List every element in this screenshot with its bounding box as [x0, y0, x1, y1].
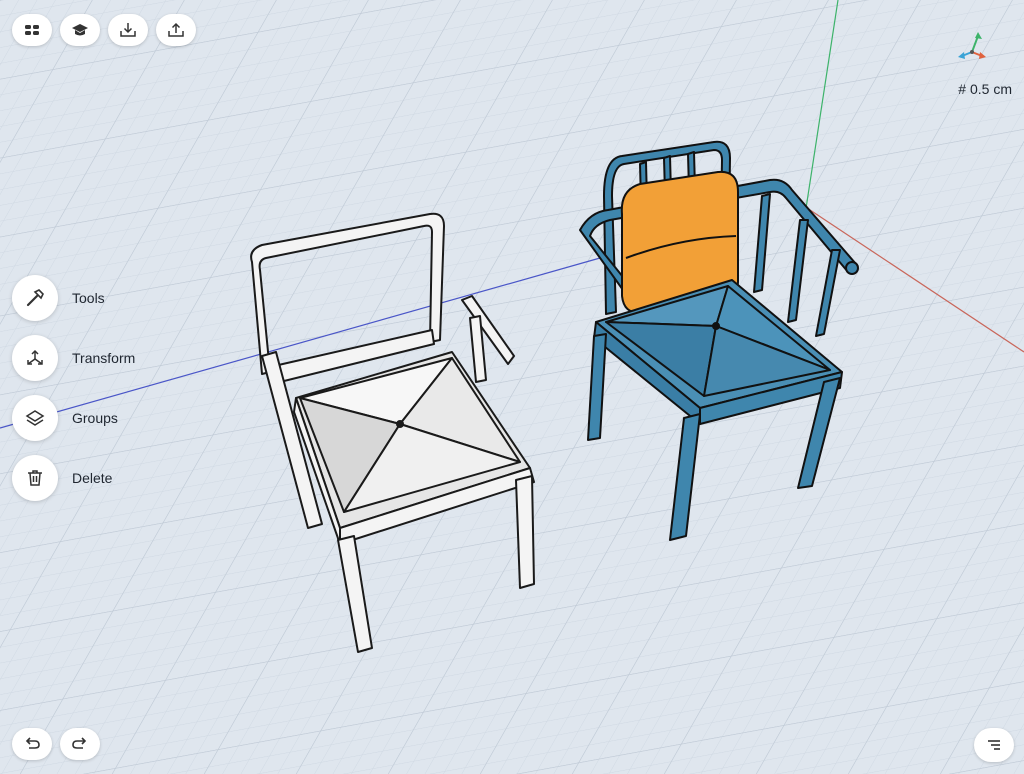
undo-button[interactable]: [12, 728, 52, 760]
grid-major: [0, 0, 1024, 774]
grid-size-label: # 0.5 cm: [958, 81, 1012, 97]
trash-icon: [28, 470, 42, 486]
sidebar-item-label: Tools: [72, 290, 105, 306]
list-menu-icon: [988, 740, 1000, 750]
apps-menu-button[interactable]: [12, 14, 52, 46]
sidebar-item-groups[interactable]: Groups: [12, 395, 118, 441]
3d-viewport[interactable]: [0, 0, 1024, 774]
export-button[interactable]: [156, 14, 196, 46]
sidebar-item-label: Transform: [72, 350, 136, 366]
menu-list-button[interactable]: [974, 728, 1014, 762]
share-upload-icon: [168, 22, 184, 37]
grid-icon: [25, 25, 39, 35]
grid-size-value: 0.5 cm: [969, 81, 1012, 97]
redo-icon: [72, 737, 87, 749]
import-button[interactable]: [108, 14, 148, 46]
orientation-gizmo[interactable]: [956, 30, 988, 64]
layers-icon: [25, 410, 45, 426]
sidebar-item-tools[interactable]: Tools: [12, 275, 105, 321]
hammer-icon: [26, 289, 44, 307]
sidebar-item-transform[interactable]: Transform: [12, 335, 135, 381]
grid-icon: #: [958, 81, 967, 97]
transform-arrows-icon: [27, 349, 43, 365]
graduation-cap-icon: [72, 24, 88, 36]
sidebar-item-label: Groups: [72, 410, 118, 426]
undo-icon: [25, 737, 40, 749]
sidebar-item-delete[interactable]: Delete: [12, 455, 112, 501]
learn-button[interactable]: [60, 14, 100, 46]
sidebar-item-label: Delete: [72, 470, 113, 486]
redo-button[interactable]: [60, 728, 100, 760]
download-tray-icon: [120, 23, 136, 37]
